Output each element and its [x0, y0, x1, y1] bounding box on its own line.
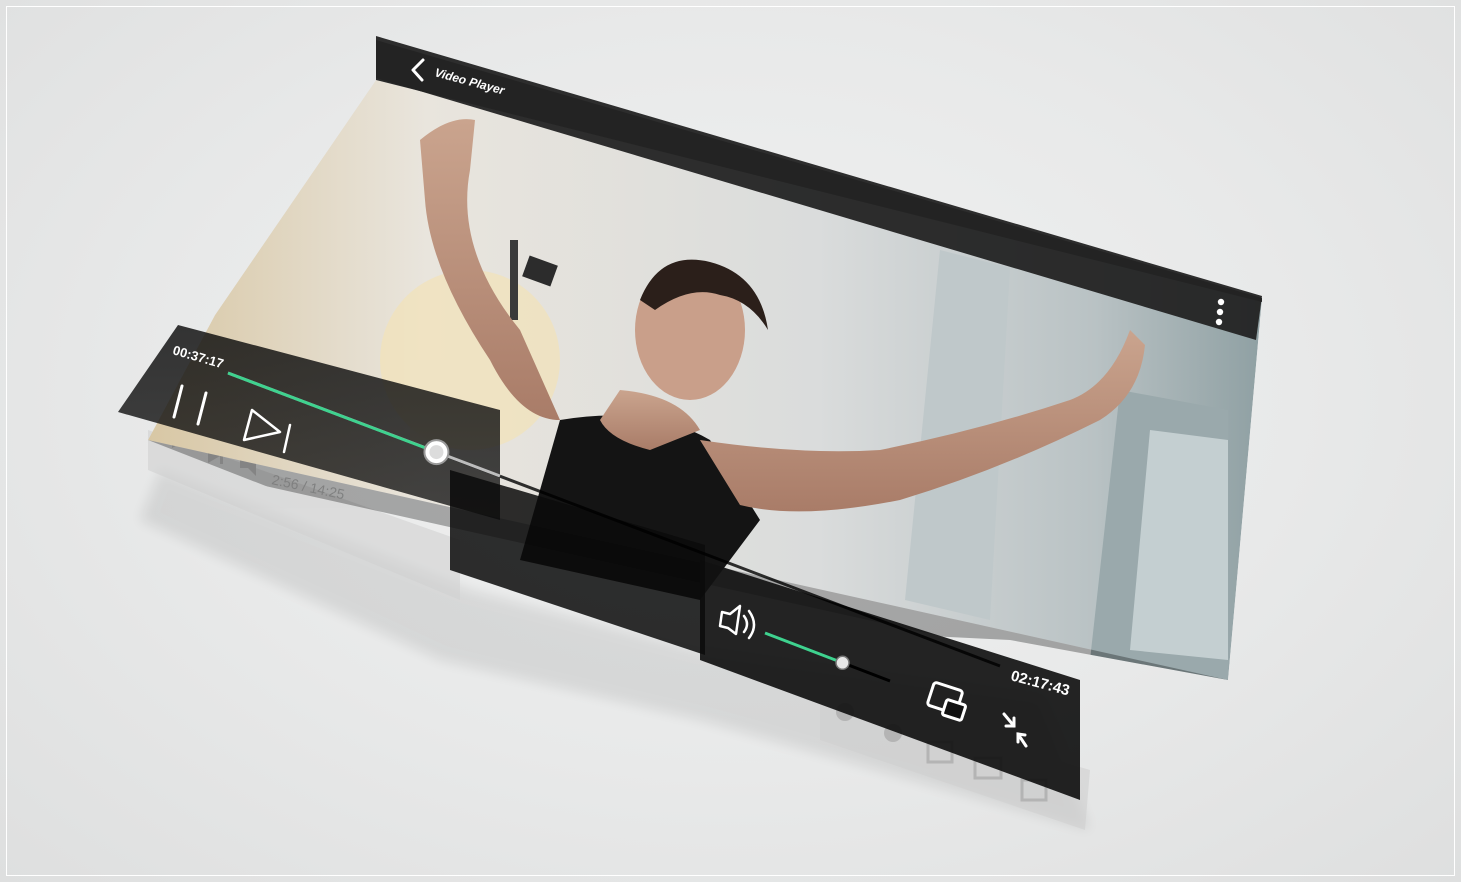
video-player-mockup: 2:56 / 14:25 Video Player 00:37:17 02:17… [118, 36, 1262, 830]
seek-thumb-center [429, 445, 444, 460]
scene-background: 2:56 / 14:25 Video Player 00:37:17 02:17… [0, 0, 1461, 882]
volume-thumb[interactable] [835, 655, 850, 671]
